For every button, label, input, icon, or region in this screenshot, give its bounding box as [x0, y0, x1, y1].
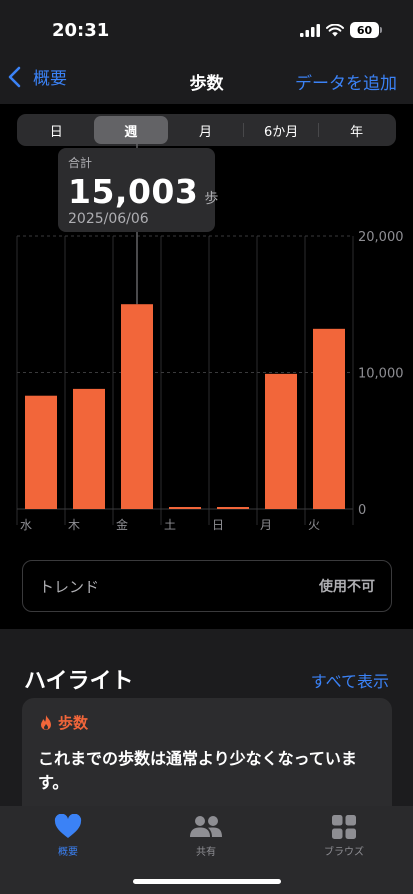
grid-icon — [332, 815, 356, 839]
segment-month[interactable]: 月 — [168, 116, 243, 144]
tab-sharing[interactable]: 共有 — [156, 814, 256, 858]
flame-icon — [41, 714, 51, 730]
highlight-card[interactable]: 歩数 これまでの歩数は通常より少なくなっています。 — [22, 698, 392, 818]
bar-0 — [25, 395, 57, 509]
tab-summary-label: 概要 — [58, 847, 78, 858]
bar-4 — [217, 507, 249, 509]
x-tick-label: 土 — [164, 518, 176, 532]
battery-icon: 60 — [350, 22, 382, 38]
bar-1 — [73, 388, 105, 509]
segment-day[interactable]: 日 — [19, 116, 94, 144]
callout-unit: 歩 — [204, 191, 219, 207]
x-tick-label: 水 — [20, 518, 32, 532]
x-tick-label: 月 — [260, 518, 272, 532]
trend-label: トレンド — [39, 577, 100, 596]
battery-level: 60 — [356, 23, 373, 37]
bar-3 — [169, 507, 201, 509]
x-tick-label: 火 — [308, 518, 320, 532]
highlight-text: これまでの歩数は通常より少なくなっています。 — [38, 749, 357, 792]
callout-label: 合計 — [68, 156, 93, 170]
highlight-category: 歩数 — [58, 714, 89, 732]
heart-icon — [54, 814, 82, 838]
status-time: 20:31 — [52, 20, 110, 41]
bar-2 — [121, 304, 153, 509]
tab-browse[interactable]: ブラウズ — [294, 814, 394, 858]
highlights-title: ハイライト — [24, 669, 134, 694]
home-indicator — [133, 879, 281, 884]
callout-date: 2025/06/06 — [68, 211, 149, 227]
highlight-card-header: 歩数 — [38, 712, 376, 733]
callout-row: 15,003 歩 — [68, 172, 218, 211]
x-tick-label: 金 — [116, 517, 128, 532]
nav-bar: 概要 歩数 データを追加 — [0, 56, 413, 104]
period-selector: 日 週 月 6か月 年 — [17, 114, 396, 146]
trend-row[interactable]: トレンド 使用不可 — [22, 560, 392, 612]
signal-icon — [300, 23, 320, 37]
tab-summary[interactable]: 概要 — [18, 814, 118, 858]
selected-value-callout: 合計 15,003 歩 2025/06/06 — [58, 148, 218, 232]
tab-sharing-label: 共有 — [196, 847, 216, 858]
bar-5 — [265, 373, 297, 509]
y-tick-label: 20,000 — [358, 230, 404, 245]
trend-value: 使用不可 — [319, 579, 375, 595]
highlights-section: ハイライト すべて表示 歩数 これまでの歩数は通常より少なくなっています。 — [0, 629, 413, 818]
segment-week[interactable]: 週 — [93, 116, 169, 144]
status-icons: 60 — [300, 22, 382, 38]
callout-value: 15,003 — [68, 172, 199, 211]
x-tick-label: 木 — [68, 518, 80, 532]
bar-6 — [313, 328, 345, 509]
main-content: 日 週 月 6か月 年 0 10,000 20,000 水木金土日月火 合計 15,0… — [0, 104, 413, 629]
segment-year[interactable]: 年 — [319, 116, 394, 144]
show-all-link[interactable]: すべて表示 — [311, 668, 389, 692]
segment-six-months[interactable]: 6か月 — [244, 116, 319, 144]
x-tick-label: 日 — [212, 518, 224, 532]
wifi-icon — [326, 23, 344, 36]
people-icon — [190, 816, 222, 837]
status-bar: 20:31 60 — [0, 0, 413, 56]
y-tick-label: 0 — [358, 503, 366, 518]
y-tick-label: 10,000 — [358, 367, 404, 382]
add-data-button[interactable]: データを追加 — [295, 69, 397, 94]
tab-browse-label: ブラウズ — [324, 847, 364, 858]
